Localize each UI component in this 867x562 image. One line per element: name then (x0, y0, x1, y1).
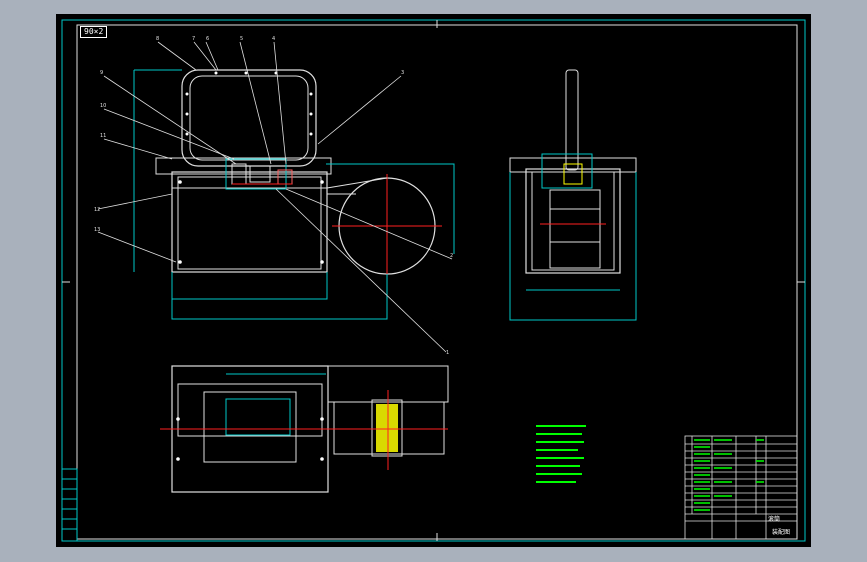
svg-text:13: 13 (94, 227, 100, 233)
cad-drawing-canvas[interactable]: 8 7 6 5 4 3 9 10 11 12 13 2 1 90×2 滚筒 装配… (56, 14, 811, 547)
svg-text:10: 10 (100, 103, 106, 109)
revision-table (61, 468, 78, 542)
bom-entries (694, 439, 764, 511)
title-block-sub: 装配图 (772, 529, 791, 536)
svg-text:7: 7 (192, 36, 195, 42)
svg-text:9: 9 (100, 70, 103, 76)
front-view: 8 7 6 5 4 3 9 10 11 12 13 2 1 (94, 36, 455, 356)
svg-text:12: 12 (94, 207, 100, 213)
technical-notes (536, 425, 586, 483)
svg-text:6: 6 (206, 36, 209, 42)
svg-text:1: 1 (446, 350, 449, 356)
svg-text:2: 2 (450, 253, 453, 259)
svg-text:5: 5 (240, 36, 243, 42)
svg-text:11: 11 (100, 133, 106, 139)
svg-text:8: 8 (156, 36, 159, 42)
svg-text:3: 3 (401, 70, 404, 76)
sheet-border (61, 19, 806, 542)
drawing-frame (76, 24, 798, 540)
bom-table (684, 435, 798, 540)
top-view (160, 365, 449, 493)
drawing-sheet: 8 7 6 5 4 3 9 10 11 12 13 2 1 (61, 19, 806, 542)
title-block-name: 滚筒 (768, 516, 781, 523)
svg-text:4: 4 (272, 36, 275, 42)
scale-stamp: 90×2 (80, 26, 108, 38)
side-view (509, 69, 637, 321)
